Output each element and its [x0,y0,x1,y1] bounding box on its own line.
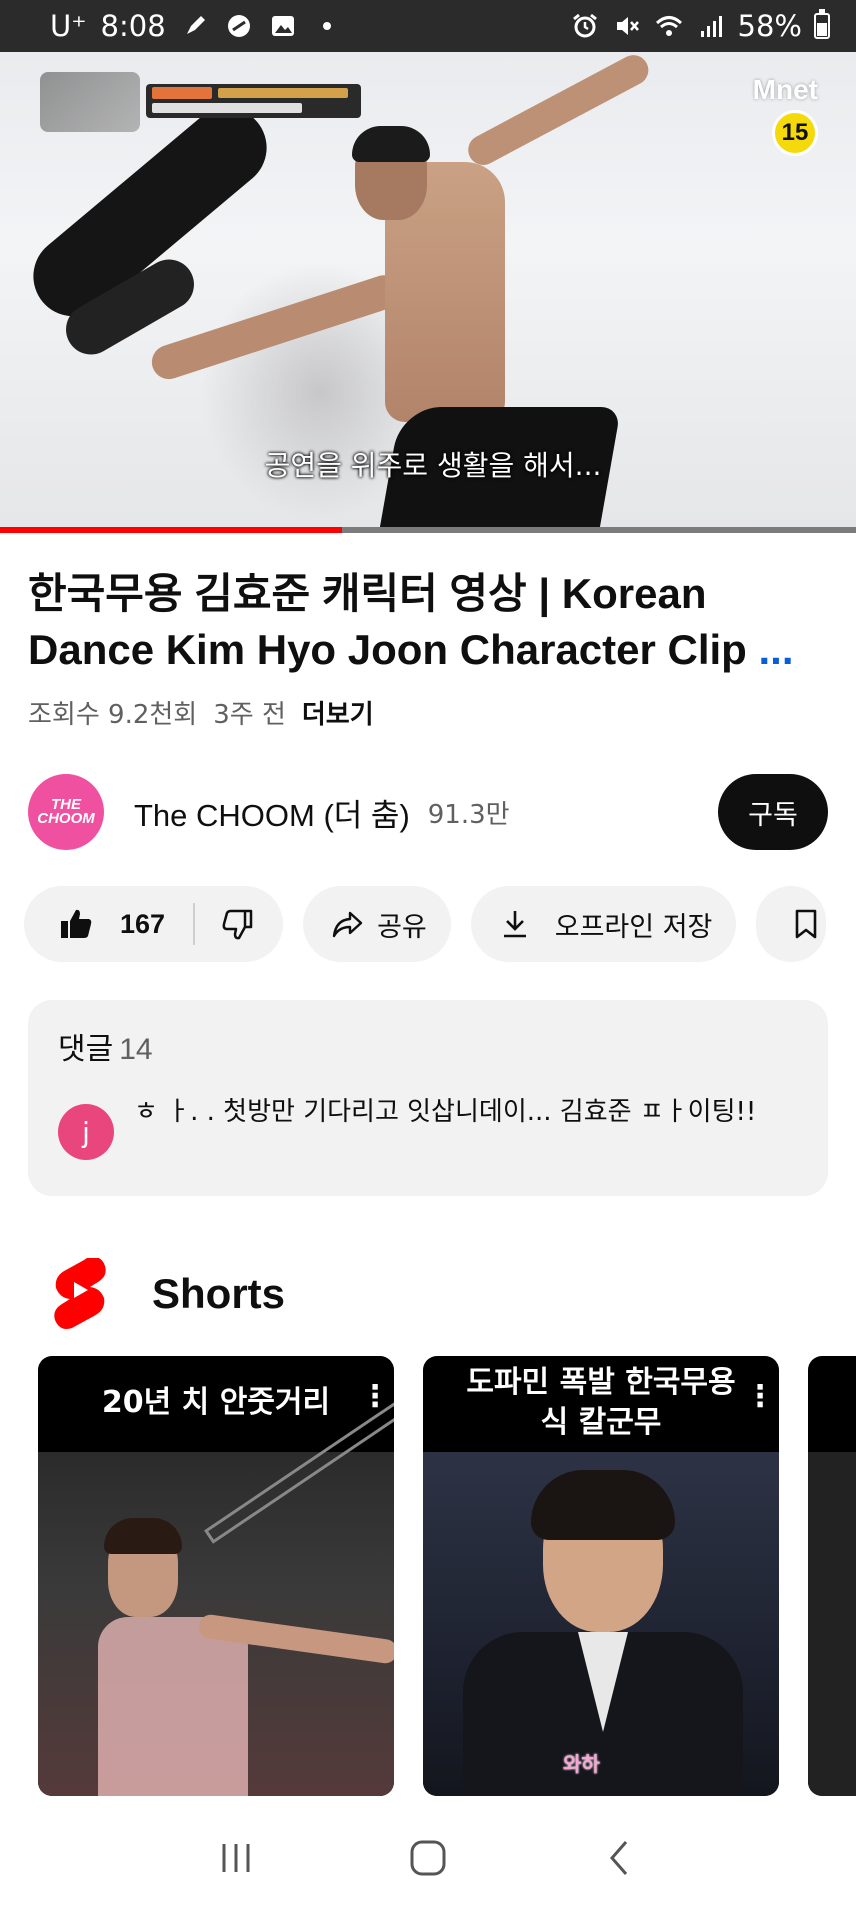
more-vert-icon[interactable]: ⋮ [745,1382,775,1412]
short-thumbnail [38,1396,394,1796]
battery-fill [817,23,827,36]
view-count: 조회수 9.2천회 [28,700,198,730]
action-bar: 167 공유 오프라인 저장 [24,886,856,962]
save-button[interactable] [756,886,827,962]
video-progress-fill [0,527,343,533]
short-overlay-text: 와하 [563,1752,600,1776]
bookmark-icon [786,904,826,944]
shorts-header: Shorts [50,1256,285,1332]
more-button[interactable]: 더보기 [302,694,374,731]
channel-avatar[interactable]: THE CHOOM [28,774,104,850]
card-fade-mask [0,1796,856,1806]
program-logo [40,72,140,132]
broadcaster-logo: Mnet [752,74,818,105]
channel-row: THE CHOOM The CHOOM (더 춤) 91.3만 구독 [28,772,828,852]
subscriber-count: 91.3만 [427,799,510,830]
mute-icon [612,11,642,41]
video-progress-bar[interactable] [0,527,856,533]
video-frame-shape [462,52,654,171]
share-icon [327,904,367,944]
download-icon [495,904,535,944]
shorts-title: Shorts [152,1270,286,1317]
alarm-icon [570,11,600,41]
comments-count: 14 [119,1033,153,1066]
short-card-header [808,1356,856,1450]
video-subtitle: 공연을 위주로 생활을 해서... [264,449,602,482]
short-figure-shape [531,1470,675,1540]
like-count: 167 [120,908,166,939]
video-frame-shape [352,126,430,162]
share-label: 공유 [377,911,427,943]
comments-header: 댓글 14 [58,1024,798,1068]
short-card-header: 도파민 폭발 한국무용식 칼군무 ⋮ [423,1356,779,1450]
offline-save-button[interactable]: 오프라인 저장 [470,886,737,962]
recent-apps-icon[interactable] [206,1828,266,1888]
comment-text: ㅎ ㅏ. . 첫방만 기다리고 잇삽니데이... 김효준 ㅍㅏ이팅!! [134,1097,757,1127]
signal-icon [696,11,726,41]
offline-label: 오프라인 저장 [554,911,713,943]
channel-avatar-text: THE CHOOM [37,796,95,827]
short-figure-shape [104,1518,182,1554]
short-card-header: 20년 치 안줏거리 ⋮ [38,1356,394,1450]
short-figure-shape [98,1617,248,1796]
clock: 8:08 [100,9,166,43]
video-title-text: 한국무용 김효준 캐릭터 영상 | Korean Dance Kim Hyo J… [28,570,747,673]
thumbs-up-icon[interactable] [56,904,96,944]
short-title: 20년 치 안줏거리 [101,1385,331,1420]
short-card[interactable]: 20년 치 안줏거리 ⋮ [38,1356,394,1796]
title-expand-dots[interactable]: ... [759,626,794,673]
short-thumbnail [808,1452,856,1796]
short-thumbnail: 와하 [423,1452,779,1796]
age-rating-badge: 15 [772,110,818,156]
image-icon [268,11,298,41]
battery-icon [814,9,830,39]
comments-panel[interactable]: 댓글 14 j ㅎ ㅏ. . 첫방만 기다리고 잇삽니데이... 김효준 ㅍㅏ이팅… [28,1000,828,1196]
subscribe-button[interactable]: 구독 [718,774,828,850]
upload-age: 3주 전 [213,700,286,730]
shorts-logo-icon [50,1258,110,1330]
like-divider [193,903,196,945]
thumbs-down-icon[interactable] [219,904,259,944]
shorts-carousel[interactable]: 20년 치 안줏거리 ⋮ 도파민 폭발 한국무용식 칼군무 ⋮ 와하 [38,1356,856,1796]
program-banner [146,84,361,118]
short-card[interactable] [808,1356,856,1796]
share-button[interactable]: 공유 [303,886,451,962]
like-dislike-pill: 167 [24,886,284,962]
video-player[interactable]: Mnet 15 공연을 위주로 생활을 해서... [0,52,856,533]
video-title[interactable]: 한국무용 김효준 캐릭터 영상 | Korean Dance Kim Hyo J… [28,566,828,678]
circle-slash-icon [224,11,254,41]
back-icon[interactable] [590,1828,650,1888]
system-nav-bar [0,1806,856,1909]
home-icon[interactable] [398,1828,458,1888]
dot-icon [312,11,342,41]
comments-label: 댓글 [58,1033,114,1066]
carrier-label: U⁺ [50,9,87,43]
commenter-avatar: j [58,1104,114,1160]
channel-name[interactable]: The CHOOM (더 춤) [134,790,410,835]
short-card[interactable]: 도파민 폭발 한국무용식 칼군무 ⋮ 와하 [423,1356,779,1796]
battery-percent: 58% [737,9,802,43]
wifi-icon [654,11,684,41]
comment-item: j ㅎ ㅏ. . 첫방만 기다리고 잇삽니데이... 김효준 ㅍㅏ이팅!! [58,1090,798,1160]
status-bar: U⁺ 8:08 58% [0,0,856,52]
video-meta: 조회수 9.2천회 3주 전 더보기 [28,694,374,731]
more-vert-icon[interactable]: ⋮ [360,1382,390,1412]
pen-icon [180,11,210,41]
short-title: 도파민 폭발 한국무용식 칼군무 [466,1365,736,1440]
